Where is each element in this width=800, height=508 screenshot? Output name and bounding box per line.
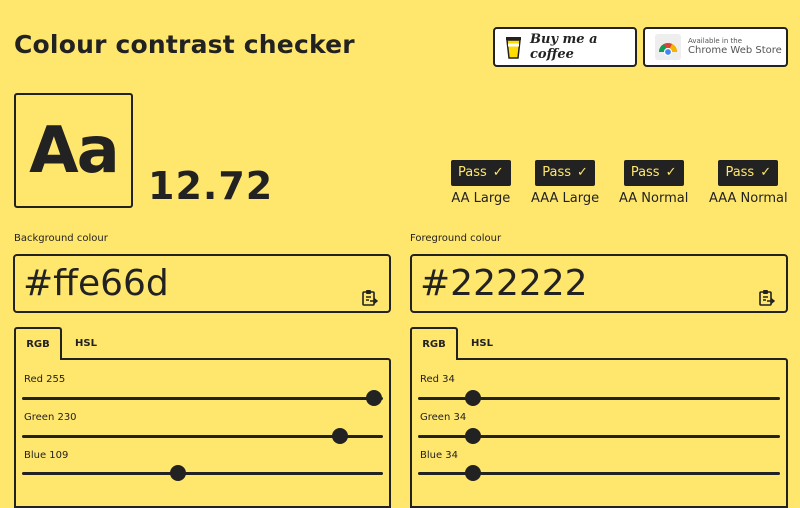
result-label: AAA Large — [531, 191, 600, 206]
check-icon: ✓ — [665, 165, 677, 180]
blue-slider-label: Blue 34 — [420, 450, 459, 461]
blue-slider[interactable] — [418, 465, 780, 481]
result-label: AA Large — [451, 191, 511, 206]
background-tabs: RGB HSL — [14, 327, 110, 360]
green-slider-label: Green 34 — [420, 412, 467, 423]
foreground-tabs: RGB HSL — [410, 327, 506, 360]
blue-slider-label: Blue 109 — [24, 450, 69, 461]
slider-thumb[interactable] — [366, 390, 382, 406]
buy-me-a-coffee-button[interactable]: Buy me a coffee — [493, 27, 637, 67]
pass-badge: Pass ✓ — [451, 160, 511, 186]
cws-line-1: Available in the — [688, 36, 743, 45]
check-icon: ✓ — [760, 165, 772, 180]
cws-line-2: Chrome Web Store — [688, 45, 782, 57]
clipboard-icon[interactable] — [757, 275, 776, 306]
result-aa-large: Pass ✓ AA Large — [451, 160, 511, 206]
coffee-cup-icon — [505, 35, 522, 59]
result-label: AAA Normal — [709, 191, 788, 206]
chrome-web-store-button[interactable]: Available in the Chrome Web Store — [643, 27, 788, 67]
green-slider-label: Green 230 — [24, 412, 77, 423]
tab-rgb[interactable]: RGB — [410, 327, 458, 360]
background-slider-panel: Red 255 Green 230 Blue 109 — [14, 358, 391, 508]
red-slider-label: Red 255 — [24, 374, 66, 385]
red-slider-label: Red 34 — [420, 374, 455, 385]
foreground-hex-input[interactable]: #222222 — [410, 254, 788, 313]
coffee-button-label: Buy me a coffee — [530, 32, 598, 62]
foreground-slider-panel: Red 34 Green 34 Blue 34 — [410, 358, 788, 508]
pass-badge: Pass ✓ — [535, 160, 595, 186]
tab-rgb[interactable]: RGB — [14, 327, 62, 360]
blue-slider[interactable] — [22, 465, 383, 481]
foreground-hex-value: #222222 — [420, 263, 588, 304]
pass-badge: Pass ✓ — [718, 160, 779, 186]
clipboard-icon[interactable] — [360, 275, 379, 306]
background-hex-value: #ffe66d — [23, 263, 169, 304]
result-aa-normal: Pass ✓ AA Normal — [619, 160, 688, 206]
page-title: Colour contrast checker — [14, 30, 355, 59]
check-icon: ✓ — [492, 165, 504, 180]
slider-thumb[interactable] — [464, 465, 481, 481]
result-aaa-large: Pass ✓ AAA Large — [531, 160, 599, 206]
slider-thumb[interactable] — [464, 428, 481, 444]
tab-hsl[interactable]: HSL — [458, 327, 506, 359]
green-slider[interactable] — [22, 428, 383, 444]
result-aaa-normal: Pass ✓ AAA Normal — [709, 160, 788, 206]
slider-thumb[interactable] — [169, 465, 186, 481]
green-slider[interactable] — [418, 428, 780, 444]
slider-thumb[interactable] — [464, 390, 481, 406]
chrome-logo-icon — [655, 34, 681, 60]
foreground-colour-label: Foreground colour — [410, 233, 502, 244]
red-slider[interactable] — [22, 390, 383, 406]
result-label: AA Normal — [619, 191, 689, 206]
contrast-ratio: 12.72 — [148, 164, 274, 208]
tab-hsl[interactable]: HSL — [62, 327, 110, 359]
background-colour-label: Background colour — [14, 233, 108, 244]
background-hex-input[interactable]: #ffe66d — [13, 254, 391, 313]
pass-badge: Pass ✓ — [623, 160, 684, 186]
slider-thumb[interactable] — [332, 428, 349, 444]
check-icon: ✓ — [577, 165, 588, 180]
contrast-preview-box: Aa — [14, 93, 133, 208]
red-slider[interactable] — [418, 390, 780, 406]
